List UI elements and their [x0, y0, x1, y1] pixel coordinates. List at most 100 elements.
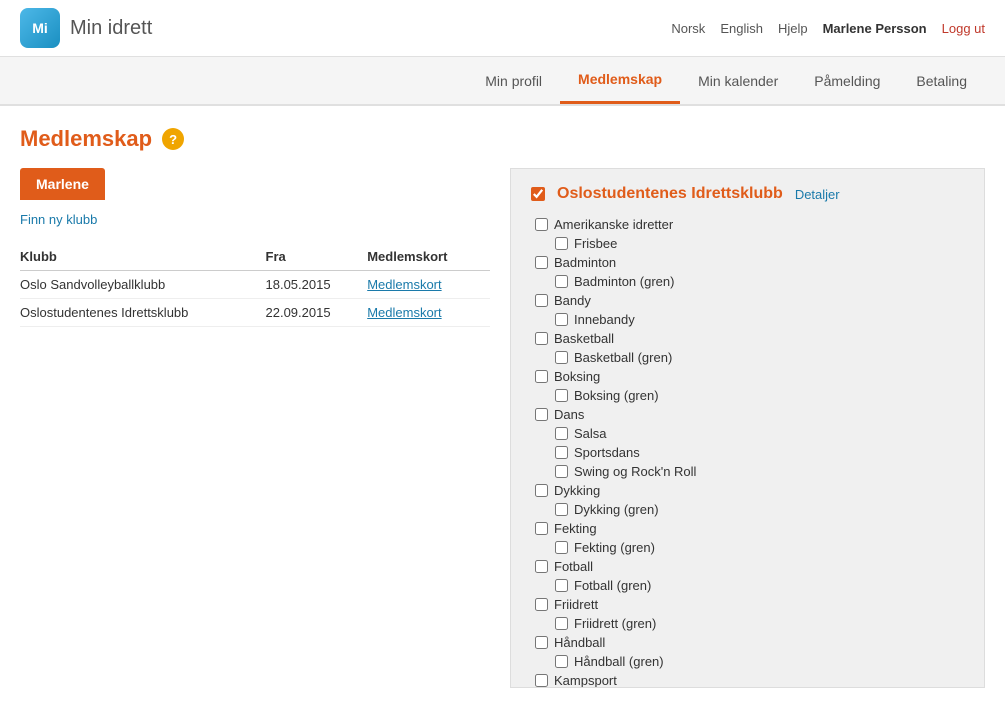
right-panel: Oslostudentenes Idrettsklubb Detaljer Am… — [510, 168, 985, 688]
sport-label: Dans — [554, 407, 584, 422]
sport-checkbox[interactable] — [535, 370, 548, 383]
sport-label: Fekting — [554, 521, 597, 536]
cell-klubb: Oslostudentenes Idrettsklubb — [20, 299, 266, 327]
sport-checkbox[interactable] — [535, 674, 548, 687]
sport-checkbox[interactable] — [555, 503, 568, 516]
sport-checkbox[interactable] — [555, 427, 568, 440]
top-bar: Mi Min idrett Norsk English Hjelp Marlen… — [0, 0, 1005, 57]
page-title-area: Medlemskap ? — [20, 126, 985, 152]
col-medlemskort: Medlemskort — [367, 243, 490, 271]
col-klubb: Klubb — [20, 243, 266, 271]
sport-label: Friidrett (gren) — [574, 616, 656, 631]
sport-item: Friidrett — [531, 595, 964, 614]
sport-checkbox[interactable] — [535, 256, 548, 269]
sport-label: Frisbee — [574, 236, 617, 251]
nav-betaling[interactable]: Betaling — [898, 59, 985, 103]
sport-label: Sportsdans — [574, 445, 640, 460]
sport-item: Badminton (gren) — [531, 272, 964, 291]
help-link[interactable]: Hjelp — [778, 21, 808, 36]
page-title: Medlemskap — [20, 126, 152, 152]
sport-checkbox[interactable] — [555, 617, 568, 630]
sport-label: Boksing (gren) — [574, 388, 659, 403]
sport-label: Innebandy — [574, 312, 635, 327]
logo-text: Min idrett — [70, 17, 152, 40]
table-row: Oslostudentenes Idrettsklubb 22.09.2015 … — [20, 299, 490, 327]
sport-checkbox[interactable] — [555, 351, 568, 364]
sport-label: Fotball — [554, 559, 593, 574]
sport-item: Basketball (gren) — [531, 348, 964, 367]
left-panel: Marlene Finn ny klubb Klubb Fra Medlemsk… — [20, 168, 490, 688]
sport-label: Badminton (gren) — [574, 274, 674, 289]
sport-item: Frisbee — [531, 234, 964, 253]
sport-item: Salsa — [531, 424, 964, 443]
logout-link[interactable]: Logg ut — [942, 21, 985, 36]
sport-checkbox[interactable] — [555, 275, 568, 288]
kort-link[interactable]: Medlemskort — [367, 305, 441, 320]
sport-item: Dykking — [531, 481, 964, 500]
sport-checkbox[interactable] — [535, 408, 548, 421]
sport-checkbox[interactable] — [555, 579, 568, 592]
sport-item: Kampsport — [531, 671, 964, 688]
sport-item: Håndball (gren) — [531, 652, 964, 671]
sport-checkbox[interactable] — [555, 655, 568, 668]
nav-medlemskap[interactable]: Medlemskap — [560, 57, 680, 104]
sport-checkbox[interactable] — [535, 218, 548, 231]
sport-label: Fekting (gren) — [574, 540, 655, 555]
sport-label: Friidrett — [554, 597, 598, 612]
sport-label: Fotball (gren) — [574, 578, 651, 593]
username-label: Marlene Persson — [823, 21, 927, 36]
cell-fra: 18.05.2015 — [266, 271, 368, 299]
logo-area: Mi Min idrett — [20, 8, 152, 48]
sport-checkbox[interactable] — [555, 313, 568, 326]
sport-label: Håndball (gren) — [574, 654, 664, 669]
cell-fra: 22.09.2015 — [266, 299, 368, 327]
sport-item: Boksing — [531, 367, 964, 386]
sport-label: Basketball (gren) — [574, 350, 672, 365]
sport-checkbox[interactable] — [555, 389, 568, 402]
finn-ny-klubb-link[interactable]: Finn ny klubb — [20, 212, 97, 227]
sport-item: Sportsdans — [531, 443, 964, 462]
sport-label: Dykking — [554, 483, 600, 498]
user-tab[interactable]: Marlene — [20, 168, 105, 200]
cell-kort: Medlemskort — [367, 299, 490, 327]
sport-checkbox[interactable] — [535, 332, 548, 345]
kort-link[interactable]: Medlemskort — [367, 277, 441, 292]
sport-item: Fekting — [531, 519, 964, 538]
finn-ny-klubb: Finn ny klubb — [20, 212, 490, 227]
english-link[interactable]: English — [720, 21, 763, 36]
norsk-link[interactable]: Norsk — [671, 21, 705, 36]
sport-checkbox[interactable] — [555, 446, 568, 459]
sport-item: Swing og Rock'n Roll — [531, 462, 964, 481]
main-nav: Min profil Medlemskap Min kalender Påmel… — [0, 57, 1005, 106]
nav-min-profil[interactable]: Min profil — [467, 59, 560, 103]
sport-checkbox[interactable] — [555, 541, 568, 554]
sport-checkbox[interactable] — [535, 598, 548, 611]
sport-item: Boksing (gren) — [531, 386, 964, 405]
sport-checkbox[interactable] — [555, 237, 568, 250]
sport-checkbox[interactable] — [535, 522, 548, 535]
main-layout: Marlene Finn ny klubb Klubb Fra Medlemsk… — [20, 168, 985, 688]
help-icon[interactable]: ? — [162, 128, 184, 150]
club-name: Oslostudentenes Idrettsklubb — [557, 185, 783, 203]
sport-label: Boksing — [554, 369, 600, 384]
sport-item: Basketball — [531, 329, 964, 348]
sport-label: Swing og Rock'n Roll — [574, 464, 696, 479]
nav-min-kalender[interactable]: Min kalender — [680, 59, 796, 103]
sport-list: Amerikanske idretterFrisbeeBadmintonBadm… — [531, 215, 964, 688]
sport-item: Fekting (gren) — [531, 538, 964, 557]
sport-item: Innebandy — [531, 310, 964, 329]
sport-label: Basketball — [554, 331, 614, 346]
detaljer-link[interactable]: Detaljer — [795, 187, 840, 202]
sport-checkbox[interactable] — [535, 484, 548, 497]
club-main-checkbox[interactable] — [531, 187, 545, 201]
sport-checkbox[interactable] — [535, 560, 548, 573]
sport-label: Bandy — [554, 293, 591, 308]
sport-label: Salsa — [574, 426, 607, 441]
sport-checkbox[interactable] — [555, 465, 568, 478]
sport-item: Dans — [531, 405, 964, 424]
sport-checkbox[interactable] — [535, 294, 548, 307]
page-content: Medlemskap ? Marlene Finn ny klubb Klubb… — [0, 106, 1005, 708]
sport-item: Badminton — [531, 253, 964, 272]
nav-pamelding[interactable]: Påmelding — [796, 59, 898, 103]
logo-icon: Mi — [20, 8, 60, 48]
